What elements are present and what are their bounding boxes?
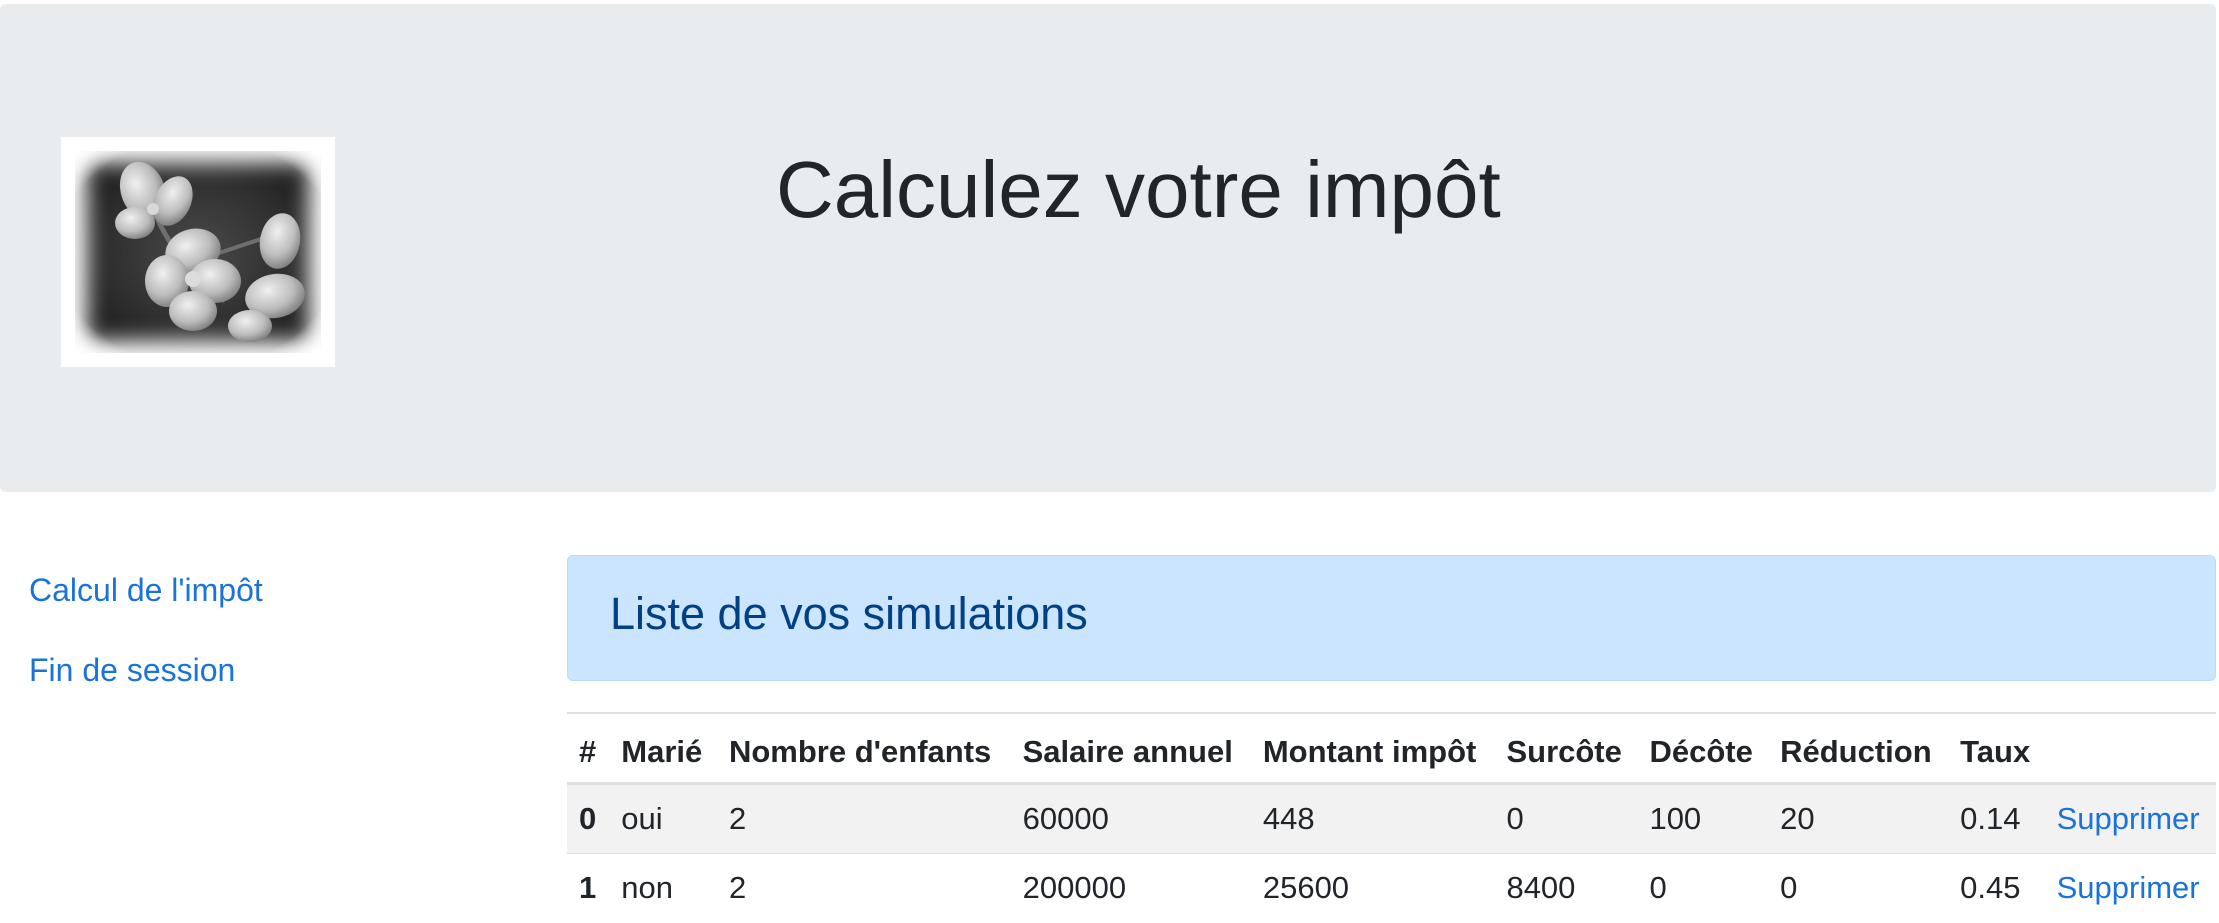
sidebar-nav: Calcul de l'impôt Fin de session: [29, 570, 263, 690]
logo-image: [61, 137, 335, 367]
cell-action: Supprimer: [2045, 853, 2216, 923]
simulations-heading: Liste de vos simulations: [610, 588, 1088, 639]
cell-surcote: 0: [1506, 800, 1524, 836]
cell-reduction: 20: [1780, 800, 1815, 836]
cell-action: Supprimer: [2045, 783, 2216, 853]
row-index: 1: [579, 870, 597, 906]
nav-link-calcul-impot[interactable]: Calcul de l'impôt: [29, 570, 263, 610]
cell-marie: oui: [621, 800, 663, 836]
cell-taux: 0.14: [1960, 800, 2021, 836]
cell-decote: 0: [1649, 870, 1667, 906]
column-header-decote: Décôte: [1649, 733, 1753, 769]
cell-enfants: 2: [728, 800, 747, 836]
column-header-taux: Taux: [1960, 733, 2031, 769]
row-index: 0: [579, 800, 597, 836]
cell-enfants: 2: [728, 870, 747, 906]
column-header-enfants: Nombre d'enfants: [728, 733, 992, 769]
table-row: 1 non 2 200000 25600 8400 0 0 0.45 Suppr…: [567, 853, 2216, 923]
column-header-impot: Montant impôt: [1262, 733, 1477, 769]
table-header-row: # Marié Nombre d'enfants Salaire annuel …: [567, 713, 2216, 783]
simulations-table: # Marié Nombre d'enfants Salaire annuel …: [567, 712, 2216, 923]
cell-reduction: 0: [1780, 870, 1798, 906]
cell-salaire: 200000: [1022, 870, 1127, 906]
column-header-index: #: [579, 733, 597, 769]
cell-decote: 100: [1649, 800, 1702, 836]
column-header-reduction: Réduction: [1780, 733, 1932, 769]
header-jumbotron: Calculez votre impôt: [0, 4, 2216, 492]
column-header-salaire: Salaire annuel: [1022, 733, 1233, 769]
column-header-action: [2045, 713, 2216, 783]
cell-taux: 0.45: [1960, 870, 2021, 906]
column-header-marie: Marié: [621, 733, 703, 769]
delete-simulation-link[interactable]: Supprimer: [2057, 801, 2200, 836]
cell-salaire: 60000: [1022, 800, 1109, 836]
cell-impot: 25600: [1262, 870, 1350, 906]
cell-surcote: 8400: [1506, 870, 1576, 906]
flower-photo-icon: [75, 151, 321, 353]
cell-marie: non: [621, 870, 674, 906]
page-title: Calculez votre impôt: [776, 145, 1501, 234]
column-header-surcote: Surcôte: [1506, 733, 1622, 769]
table-row: 0 oui 2 60000 448 0 100 20 0.14 Supprime…: [567, 783, 2216, 853]
cell-impot: 448: [1262, 800, 1315, 836]
nav-link-fin-session[interactable]: Fin de session: [29, 650, 263, 690]
delete-simulation-link[interactable]: Supprimer: [2057, 870, 2200, 905]
simulations-alert: Liste de vos simulations: [567, 555, 2216, 681]
